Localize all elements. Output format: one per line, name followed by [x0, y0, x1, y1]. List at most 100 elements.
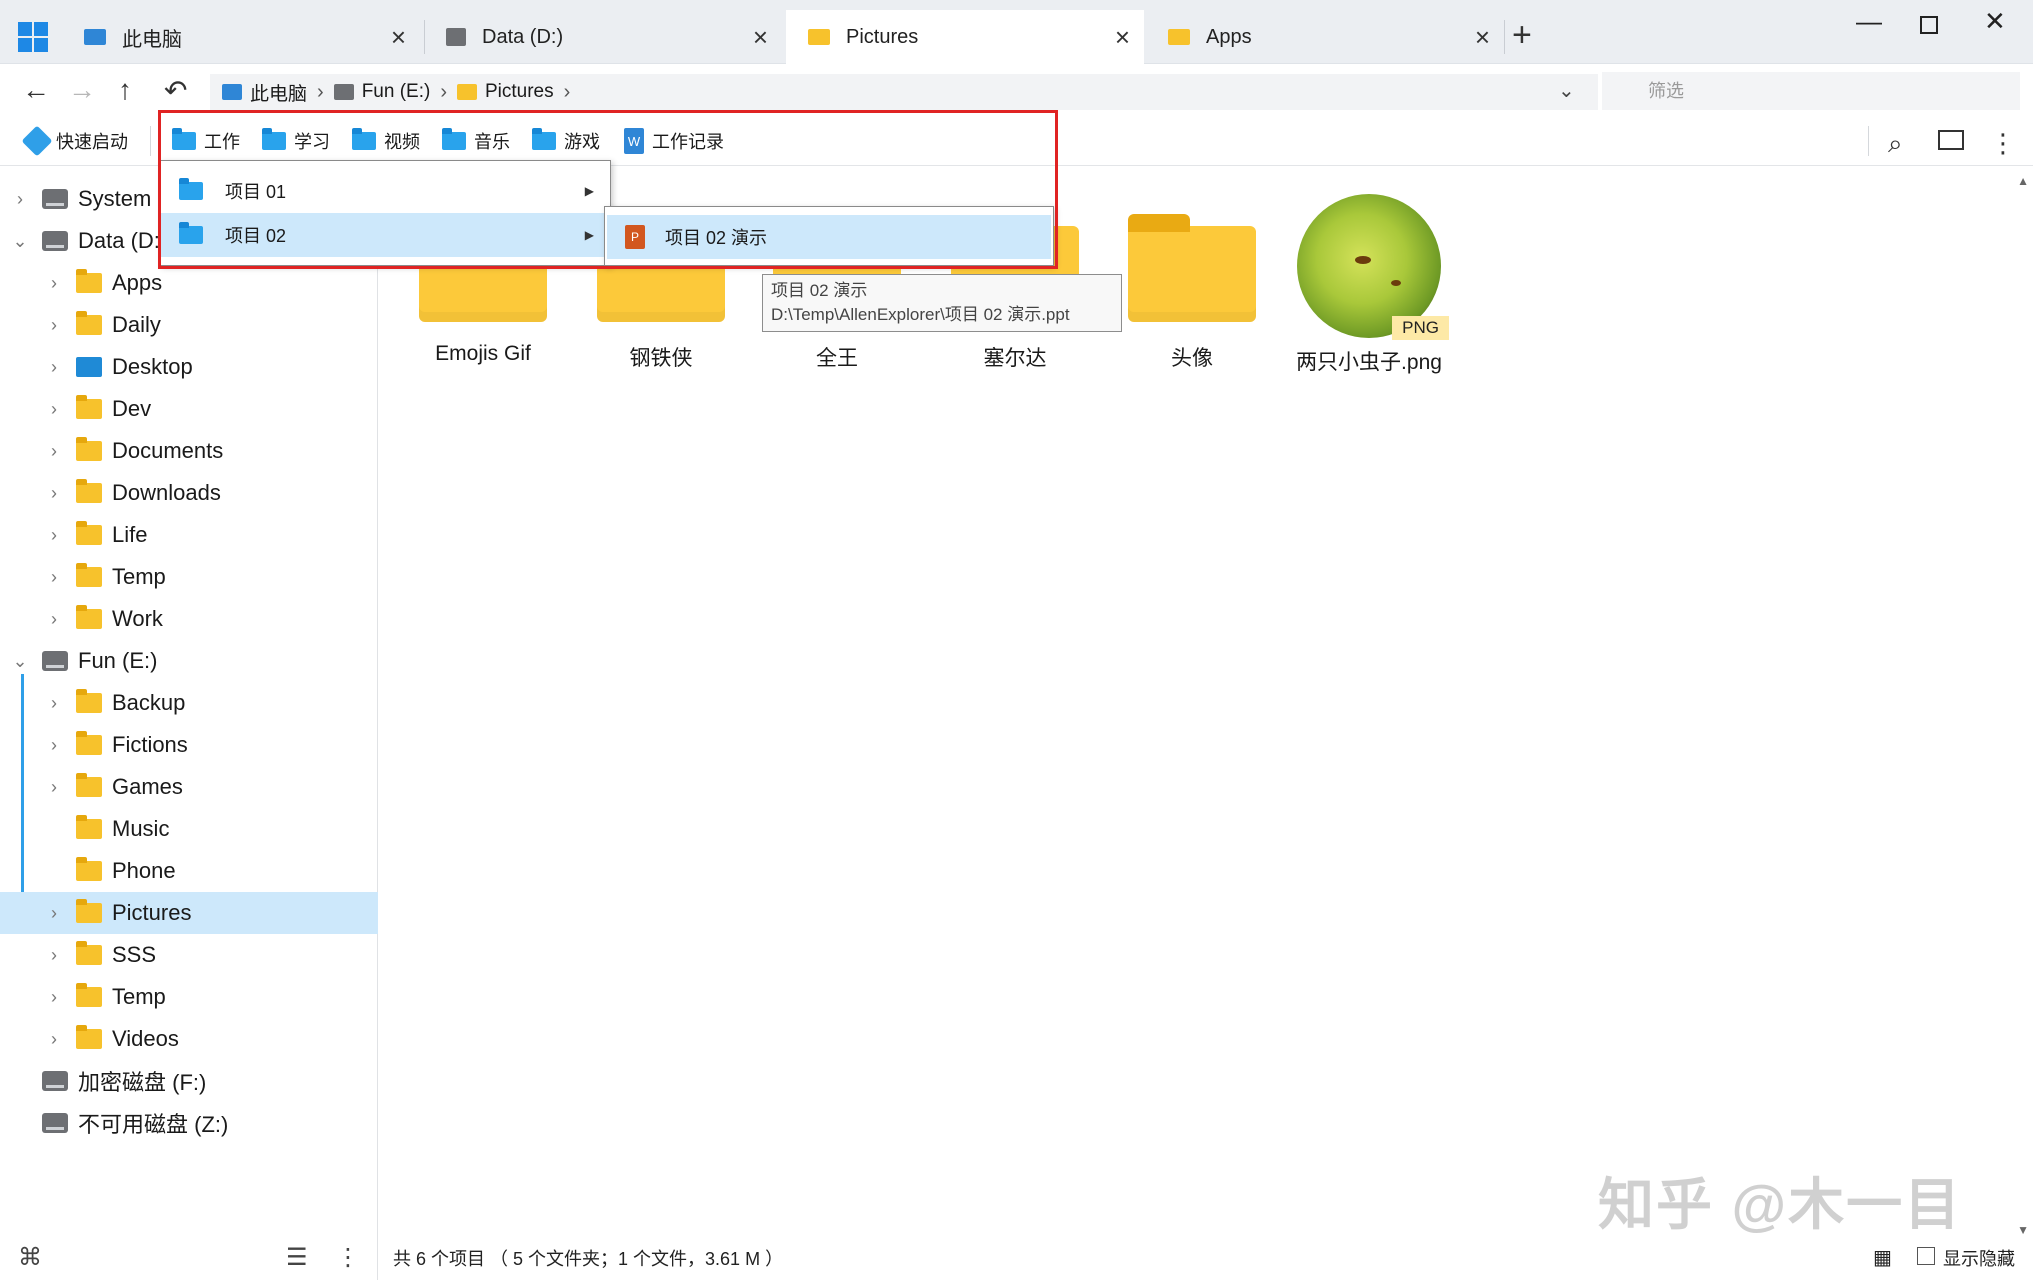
scroll-up-icon[interactable]: ▲	[2017, 174, 2029, 188]
tree-item-work[interactable]: › Work	[44, 598, 378, 640]
preview-pane-icon[interactable]	[1938, 130, 1964, 150]
quick-item-music[interactable]: 音乐	[442, 128, 510, 154]
tree-item-apps[interactable]: › Apps	[44, 262, 378, 304]
chevron-right-icon[interactable]: ›	[44, 777, 64, 798]
navigation-tree: › System ⌄ Data (D:) › Apps › Daily › De…	[0, 166, 378, 1280]
chevron-right-icon[interactable]: ›	[44, 609, 64, 630]
chevron-right-icon[interactable]: ›	[564, 81, 571, 104]
chevron-right-icon[interactable]: ›	[44, 987, 64, 1008]
tree-item-downloads[interactable]: › Downloads	[44, 472, 378, 514]
chevron-right-icon[interactable]: ›	[44, 693, 64, 714]
tree-item-sss[interactable]: › SSS	[44, 934, 378, 976]
chevron-right-icon[interactable]: ›	[44, 945, 64, 966]
chevron-down-icon[interactable]: ⌄	[1558, 78, 1575, 103]
tree-item-daily[interactable]: › Daily	[44, 304, 378, 346]
tree-item-dev[interactable]: › Dev	[44, 388, 378, 430]
tree-item-music[interactable]: Music	[44, 808, 378, 850]
folder-icon	[442, 128, 466, 150]
new-tab-button[interactable]: +	[1512, 16, 1532, 55]
tree-item-label: Downloads	[112, 480, 221, 505]
chevron-down-icon[interactable]: ⌄	[10, 651, 30, 672]
chevron-right-icon[interactable]: ›	[44, 567, 64, 588]
quick-start-button[interactable]: 快速启动	[21, 125, 128, 157]
breadcrumb[interactable]: 此电脑 › Fun (E:) › Pictures ›	[210, 74, 1598, 110]
quick-item-study[interactable]: 学习	[262, 128, 330, 154]
tab-this-pc[interactable]: 此电脑 ×	[62, 10, 420, 64]
submenu-arrow-icon: ▶	[584, 184, 594, 198]
tree-item-encrypted-f[interactable]: 加密磁盘 (F:)	[10, 1060, 378, 1102]
tree-view-icon[interactable]: ⋮	[336, 1243, 360, 1272]
quick-item-work[interactable]: 工作	[172, 128, 240, 154]
tree-item-desktop[interactable]: › Desktop	[44, 346, 378, 388]
close-icon[interactable]: ×	[1475, 22, 1490, 53]
menu-item-project-02-demo[interactable]: P 项目 02 演示	[607, 215, 1051, 259]
tree-item-life[interactable]: › Life	[44, 514, 378, 556]
tree-item-videos[interactable]: › Videos	[44, 1018, 378, 1060]
close-icon[interactable]: ×	[753, 22, 768, 53]
up-button[interactable]: ↑	[118, 74, 132, 106]
breadcrumb-item-pictures[interactable]: Pictures ›	[456, 81, 571, 104]
tree-item-backup[interactable]: › Backup	[44, 682, 378, 724]
tree-item-documents[interactable]: › Documents	[44, 430, 378, 472]
tree-item-pictures[interactable]: › Pictures	[0, 892, 378, 934]
menu-item-project-02[interactable]: 项目 02 ▶	[161, 213, 610, 257]
tree-item-label: Dev	[112, 396, 152, 421]
more-options-icon[interactable]: ⋮	[1990, 128, 2016, 159]
collapse-all-icon[interactable]: ⌘	[18, 1243, 42, 1272]
chevron-right-icon[interactable]: ›	[44, 399, 64, 420]
tooltip: 项目 02 演示 D:\Temp\AllenExplorer\项目 02 演示.…	[762, 274, 1122, 332]
chevron-right-icon[interactable]: ›	[317, 81, 324, 104]
close-window-button[interactable]: ✕	[1984, 6, 2006, 37]
tree-item-fun-e[interactable]: ⌄ Fun (E:)	[10, 640, 378, 682]
chevron-right-icon[interactable]: ›	[44, 483, 64, 504]
chevron-right-icon[interactable]: ›	[44, 735, 64, 756]
tree-item-phone[interactable]: Phone	[44, 850, 378, 892]
minimize-button[interactable]: —	[1856, 6, 1882, 37]
chevron-right-icon[interactable]: ›	[44, 441, 64, 462]
quick-item-video[interactable]: 视频	[352, 128, 420, 154]
drive-icon	[333, 84, 354, 100]
back-button[interactable]: ←	[22, 74, 50, 106]
tab-data-d[interactable]: Data (D:) ×	[424, 10, 782, 64]
chevron-right-icon[interactable]: ›	[10, 189, 30, 210]
chevron-right-icon[interactable]: ›	[44, 525, 64, 546]
forward-button[interactable]: →	[68, 74, 96, 106]
folder-icon	[532, 128, 556, 150]
chevron-right-icon[interactable]: ›	[44, 315, 64, 336]
filter-input[interactable]: 筛选	[1602, 72, 2020, 110]
breadcrumb-item-this-pc[interactable]: 此电脑 ›	[222, 79, 324, 106]
scroll-down-icon[interactable]: ▼	[2017, 1223, 2029, 1237]
chevron-down-icon[interactable]: ⌄	[10, 231, 30, 252]
maximize-button[interactable]	[1920, 10, 1938, 41]
vertical-scrollbar[interactable]: ▲ ▼	[2015, 166, 2033, 1245]
chevron-right-icon[interactable]: ›	[44, 273, 64, 294]
computer-icon	[84, 29, 106, 45]
file-item[interactable]: 头像	[1112, 214, 1272, 372]
tab-apps[interactable]: Apps ×	[1146, 10, 1504, 64]
grid-view-icon[interactable]: ▦	[1873, 1245, 1892, 1270]
quick-item-games[interactable]: 游戏	[532, 128, 600, 154]
menu-item-project-01[interactable]: 项目 01 ▶	[161, 169, 610, 213]
breadcrumb-item-fun-e[interactable]: Fun (E:) ›	[333, 81, 447, 104]
close-icon[interactable]: ×	[391, 22, 406, 53]
tree-item-fictions[interactable]: › Fictions	[44, 724, 378, 766]
search-icon[interactable]: ⌕	[1888, 128, 1903, 160]
tree-item-temp[interactable]: › Temp	[44, 556, 378, 598]
undo-button[interactable]: ↶	[164, 74, 187, 107]
show-hidden-checkbox[interactable]	[1917, 1247, 1935, 1265]
chevron-right-icon[interactable]: ›	[44, 357, 64, 378]
chevron-right-icon[interactable]: ›	[440, 81, 447, 104]
indent-icon[interactable]: ☰	[286, 1243, 308, 1272]
tree-item-unavailable-z[interactable]: 不可用磁盘 (Z:)	[10, 1102, 378, 1144]
tree-item-label: Work	[112, 606, 163, 631]
app-logo-icon[interactable]	[18, 22, 48, 52]
chevron-right-icon[interactable]: ›	[44, 903, 64, 924]
locked-drive-icon	[42, 1071, 68, 1091]
tree-item-temp-e[interactable]: › Temp	[44, 976, 378, 1018]
file-item[interactable]: PNG 两只小虫子.png	[1279, 194, 1459, 376]
quick-item-work-log[interactable]: W 工作记录	[624, 128, 724, 154]
chevron-right-icon[interactable]: ›	[44, 1029, 64, 1050]
tree-item-games[interactable]: › Games	[44, 766, 378, 808]
close-icon[interactable]: ×	[1115, 22, 1130, 53]
tab-pictures[interactable]: Pictures ×	[786, 10, 1144, 64]
